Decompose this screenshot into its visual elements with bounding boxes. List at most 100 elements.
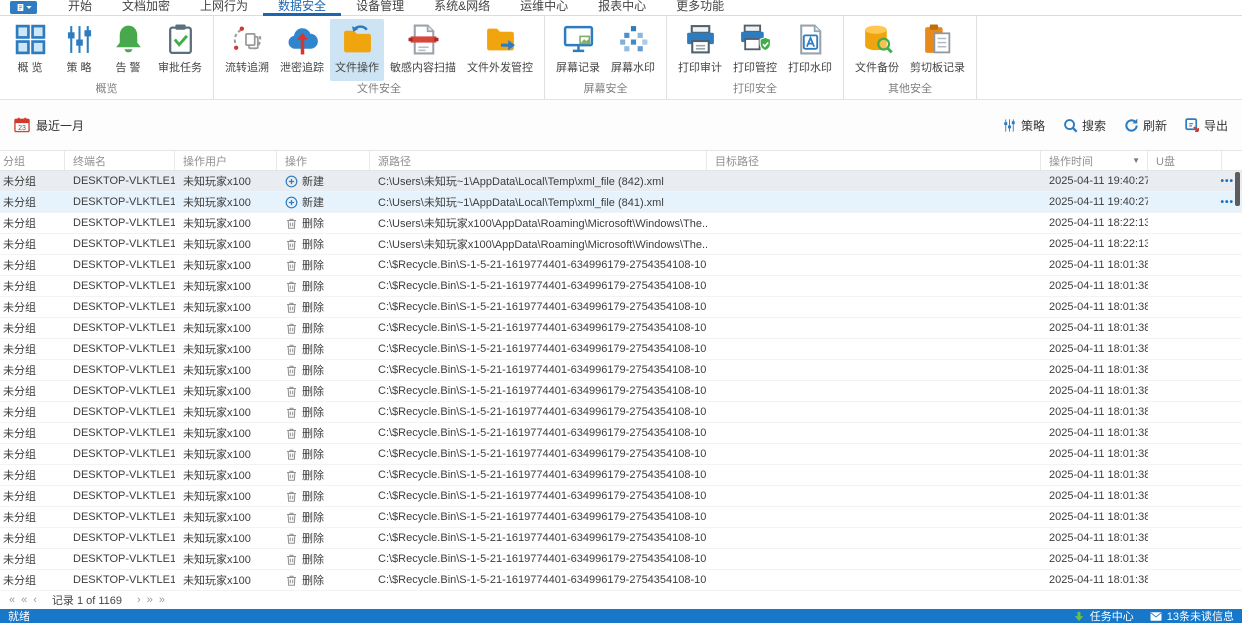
table-row[interactable]: 未分组 DESKTOP-VLKTLE1 未知玩家x100 删除 C:\$Recycle.… — [0, 465, 1242, 487]
action-label: 删除 — [302, 281, 324, 294]
cell-usb — [1148, 486, 1242, 506]
cell-usb — [1148, 402, 1242, 422]
grid-icon — [14, 23, 47, 56]
cell-user: 未知玩家x100 — [183, 470, 251, 483]
first-page-button[interactable]: « — [6, 594, 18, 606]
cell-time: 2025-04-11 18:01:38 — [1049, 532, 1148, 545]
row-actions-button[interactable]: ••• — [1220, 176, 1234, 187]
ribbon-item-sensitive-scan[interactable]: 敏感内容扫描 — [385, 19, 461, 81]
trace-cycle-icon — [231, 23, 264, 56]
app-menu-button[interactable] — [10, 1, 37, 14]
tab-device-mgmt[interactable]: 设备管理 — [341, 0, 419, 15]
ribbon-item-approval-tasks[interactable]: 审批任务 — [153, 19, 207, 81]
cell-source-path: C:\Users\未知玩家x100\AppData\Roaming\Micros… — [378, 239, 707, 252]
column-header-terminal[interactable]: 终端名 — [65, 151, 175, 171]
vertical-scrollbar[interactable] — [1235, 172, 1240, 207]
ribbon-item-label: 流转追溯 — [225, 62, 269, 74]
cell-usb — [1148, 255, 1242, 275]
row-actions-button[interactable]: ••• — [1220, 197, 1234, 208]
table-row[interactable]: 未分组 DESKTOP-VLKTLE1 未知玩家x100 删除 C:\$Recycle.… — [0, 297, 1242, 319]
ribbon-item-print-audit[interactable]: 打印审计 — [673, 19, 727, 81]
column-header-action[interactable]: 操作 — [277, 151, 370, 171]
column-header-usb[interactable]: U盘 — [1148, 151, 1222, 171]
tab-web-behavior[interactable]: 上网行为 — [185, 0, 263, 15]
table-row[interactable]: 未分组 DESKTOP-VLKTLE1 未知玩家x100 删除 C:\$Recycle.… — [0, 360, 1242, 382]
table-row[interactable]: 未分组 DESKTOP-VLKTLE1 未知玩家x100 删除 C:\$Recycle.… — [0, 381, 1242, 403]
toolbar-actions: 策略 搜索 刷新 导出 — [1002, 117, 1228, 134]
refresh-button[interactable]: 刷新 — [1124, 117, 1167, 134]
table-row[interactable]: 未分组 DESKTOP-VLKTLE1 未知玩家x100 删除 C:\$Recycle.… — [0, 486, 1242, 508]
cell-group: 未分组 — [3, 512, 36, 525]
ribbon-item-flow-trace[interactable]: 流转追溯 — [220, 19, 274, 81]
cell-group: 未分组 — [3, 386, 36, 399]
table-row[interactable]: 未分组 DESKTOP-VLKTLE1 未知玩家x100 删除 C:\$Recycle.… — [0, 549, 1242, 571]
task-center-button[interactable]: 任务中心 — [1073, 608, 1134, 623]
tab-data-security[interactable]: 数据安全 — [263, 0, 342, 16]
ribbon-item-file-send-control[interactable]: 文件外发管控 — [462, 19, 538, 81]
cell-group: 未分组 — [3, 449, 36, 462]
action-label: 删除 — [302, 512, 324, 525]
clipboard-doc-icon — [921, 23, 954, 56]
ribbon-item-leak-trace[interactable]: 泄密追踪 — [275, 19, 329, 81]
table-row[interactable]: 未分组 DESKTOP-VLKTLE1 未知玩家x100 删除 C:\$Recycle.… — [0, 507, 1242, 529]
table-row[interactable]: 未分组 DESKTOP-VLKTLE1 未知玩家x100 删除 C:\Users\未知玩… — [0, 213, 1242, 235]
table-row[interactable]: 未分组 DESKTOP-VLKTLE1 未知玩家x100 删除 C:\$Recycle.… — [0, 276, 1242, 298]
cell-action: 删除 — [277, 339, 370, 359]
last-page-button[interactable]: » — [156, 594, 168, 606]
cell-action: 删除 — [277, 297, 370, 317]
export-button[interactable]: 导出 — [1185, 117, 1228, 134]
column-header-user[interactable]: 操作用户 — [175, 151, 277, 171]
table-row[interactable]: 未分组 DESKTOP-VLKTLE1 未知玩家x100 删除 C:\$Recycle.… — [0, 402, 1242, 424]
tab-doc-encrypt[interactable]: 文档加密 — [107, 0, 185, 15]
tab-report-center[interactable]: 报表中心 — [583, 0, 661, 15]
tab-more[interactable]: 更多功能 — [661, 0, 739, 15]
table-row[interactable]: 未分组 DESKTOP-VLKTLE1 未知玩家x100 新建 C:\Users\未知玩… — [0, 171, 1242, 193]
sort-arrow-icon[interactable]: ▼ — [1132, 156, 1140, 165]
ribbon-item-file-operations[interactable]: 文件操作 — [330, 19, 384, 82]
date-range-filter[interactable]: 23 最近一月 — [14, 117, 84, 134]
tab-system-network[interactable]: 系统&网络 — [419, 0, 505, 15]
ribbon-item-label: 打印水印 — [788, 62, 832, 74]
trash-icon — [285, 469, 298, 482]
table-row[interactable]: 未分组 DESKTOP-VLKTLE1 未知玩家x100 删除 C:\Users\未知玩… — [0, 234, 1242, 256]
fast-next-button[interactable]: » — [144, 594, 156, 606]
table-row[interactable]: 未分组 DESKTOP-VLKTLE1 未知玩家x100 删除 C:\$Recycle.… — [0, 339, 1242, 361]
ribbon-item-policy[interactable]: 策 略 — [55, 19, 103, 81]
column-header-filler[interactable] — [1222, 151, 1242, 170]
search-button[interactable]: 搜索 — [1063, 117, 1106, 134]
cell-usb — [1148, 213, 1242, 233]
column-header-source-path[interactable]: 源路径 — [370, 151, 707, 171]
cell-user: 未知玩家x100 — [183, 449, 251, 462]
table-row[interactable]: 未分组 DESKTOP-VLKTLE1 未知玩家x100 删除 C:\$Recycle.… — [0, 318, 1242, 340]
table-row[interactable]: 未分组 DESKTOP-VLKTLE1 未知玩家x100 删除 C:\$Recycle.… — [0, 570, 1242, 592]
table-row[interactable]: 未分组 DESKTOP-VLKTLE1 未知玩家x100 删除 C:\$Recycle.… — [0, 255, 1242, 277]
next-page-button[interactable]: › — [134, 594, 144, 606]
ribbon-item-screen-watermark[interactable]: 屏幕水印 — [606, 19, 660, 81]
table-row[interactable]: 未分组 DESKTOP-VLKTLE1 未知玩家x100 删除 C:\$Recycle.… — [0, 444, 1242, 466]
table-row[interactable]: 未分组 DESKTOP-VLKTLE1 未知玩家x100 删除 C:\$Recycle.… — [0, 528, 1242, 550]
ribbon-item-overview[interactable]: 概 览 — [6, 19, 54, 81]
ribbon-item-clipboard-record[interactable]: 剪切板记录 — [905, 19, 970, 81]
trash-icon — [285, 385, 298, 398]
column-header-time[interactable]: 操作时间 ▼ — [1041, 151, 1148, 171]
cell-target-path — [707, 444, 1041, 464]
fast-prev-button[interactable]: « — [18, 594, 30, 606]
ribbon-item-alerts[interactable]: 告 警 — [104, 19, 152, 81]
column-header-group[interactable]: 分组 — [0, 151, 65, 171]
table-row[interactable]: 未分组 DESKTOP-VLKTLE1 未知玩家x100 删除 C:\$Recycle.… — [0, 423, 1242, 445]
table-row[interactable]: 未分组 DESKTOP-VLKTLE1 未知玩家x100 新建 C:\Users\未知玩… — [0, 192, 1242, 214]
ribbon-item-print-control[interactable]: 打印管控 — [728, 19, 782, 81]
cell-usb — [1148, 297, 1242, 317]
tab-ops-center[interactable]: 运维中心 — [505, 0, 583, 15]
ribbon-item-print-watermark[interactable]: 打印水印 — [783, 19, 837, 81]
prev-page-button[interactable]: ‹ — [30, 594, 40, 606]
ribbon-item-screen-record[interactable]: 屏幕记录 — [551, 19, 605, 81]
unread-messages-button[interactable]: 13条未读信息 — [1150, 608, 1234, 623]
tab-home[interactable]: 开始 — [53, 0, 107, 15]
ribbon-item-file-backup[interactable]: 文件备份 — [850, 19, 904, 81]
cell-group: 未分组 — [3, 239, 36, 252]
cell-time: 2025-04-11 18:01:38 — [1049, 322, 1148, 335]
column-header-target-path[interactable]: 目标路径 — [707, 151, 1041, 171]
policy-button[interactable]: 策略 — [1002, 117, 1045, 134]
cell-user: 未知玩家x100 — [183, 491, 251, 504]
